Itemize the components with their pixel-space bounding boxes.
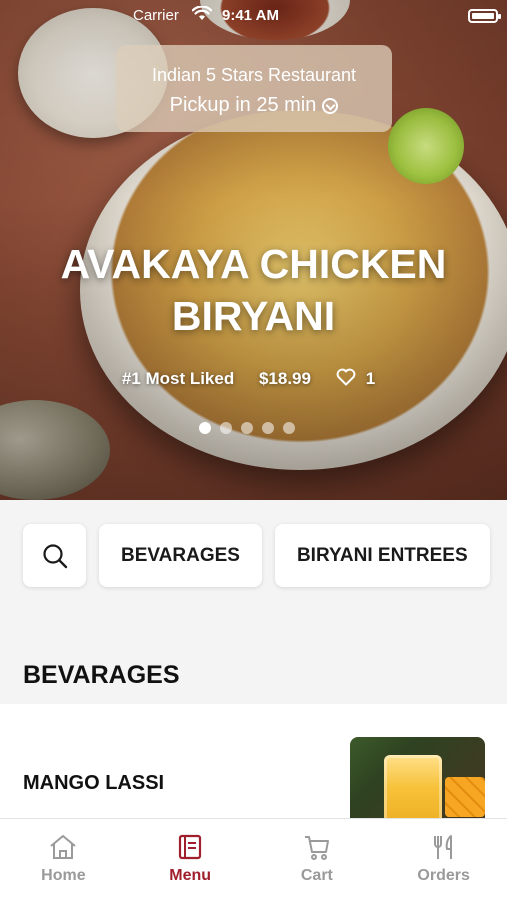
- most-liked-badge: #1 Most Liked: [121, 369, 235, 388]
- hero-title-line2: BIRYANI: [171, 293, 336, 339]
- bottom-tab-bar: Home Menu Cart Orders: [0, 818, 507, 900]
- menu-item-row[interactable]: MANGO LASSI: [0, 704, 507, 837]
- like-button[interactable]: 1: [336, 368, 385, 388]
- like-count: 1: [365, 369, 376, 388]
- clock: 9:41 AM: [222, 7, 279, 24]
- battery-icon: [468, 9, 501, 23]
- category-chips: BEVARAGES BIRYANI ENTREES: [23, 524, 490, 587]
- hero-price: $18.99: [258, 369, 311, 388]
- pickup-label: Pickup in 25 min: [169, 94, 317, 116]
- restaurant-name: Indian 5 Stars Restaurant: [151, 65, 357, 85]
- hero-dish-title: AVAKAYA CHICKEN BIRYANI: [0, 238, 507, 342]
- search-icon: [42, 543, 67, 568]
- home-icon: [50, 835, 77, 859]
- restaurant-pickup-card[interactable]: Indian 5 Stars Restaurant Pickup in 25 m…: [116, 45, 392, 132]
- tab-home-label: Home: [41, 867, 86, 884]
- tab-orders-label: Orders: [417, 867, 470, 884]
- pickup-time[interactable]: Pickup in 25 min: [170, 94, 339, 117]
- category-chip-bevarages[interactable]: BEVARAGES: [99, 524, 262, 587]
- tab-orders[interactable]: Orders: [380, 819, 507, 900]
- search-button[interactable]: [23, 524, 86, 587]
- carrier-label: Carrier: [133, 7, 179, 24]
- hero-meta: #1 Most Liked $18.99 1: [0, 368, 507, 389]
- fork-knife-icon: [433, 835, 452, 859]
- wifi-icon: [191, 5, 213, 26]
- carousel-dot-5[interactable]: [283, 422, 295, 434]
- chevron-down-icon: [322, 97, 339, 114]
- category-chip-biryani-entrees[interactable]: BIRYANI ENTREES: [274, 524, 490, 587]
- status-bar: Carrier 9:41 AM: [0, 5, 507, 26]
- cart-icon: [304, 836, 329, 860]
- carousel-dot-2[interactable]: [220, 422, 232, 434]
- carousel-dots[interactable]: [199, 422, 295, 434]
- menu-icon: [179, 834, 202, 860]
- tab-cart[interactable]: Cart: [254, 819, 381, 900]
- section-title: BEVARAGES: [23, 661, 180, 689]
- tab-cart-label: Cart: [300, 867, 333, 884]
- carousel-dot-4[interactable]: [262, 422, 274, 434]
- tab-menu-label: Menu: [169, 867, 212, 884]
- tab-home[interactable]: Home: [0, 819, 127, 900]
- hero-banner[interactable]: Carrier 9:41 AM Indian 5 Stars Restauran…: [0, 0, 507, 500]
- heart-icon: [336, 368, 356, 386]
- carousel-dot-1[interactable]: [199, 422, 211, 434]
- menu-item-name: MANGO LASSI: [23, 772, 165, 794]
- tab-menu[interactable]: Menu: [127, 819, 254, 900]
- hero-title-line1: AVAKAYA CHICKEN: [60, 241, 447, 287]
- carousel-dot-3[interactable]: [241, 422, 253, 434]
